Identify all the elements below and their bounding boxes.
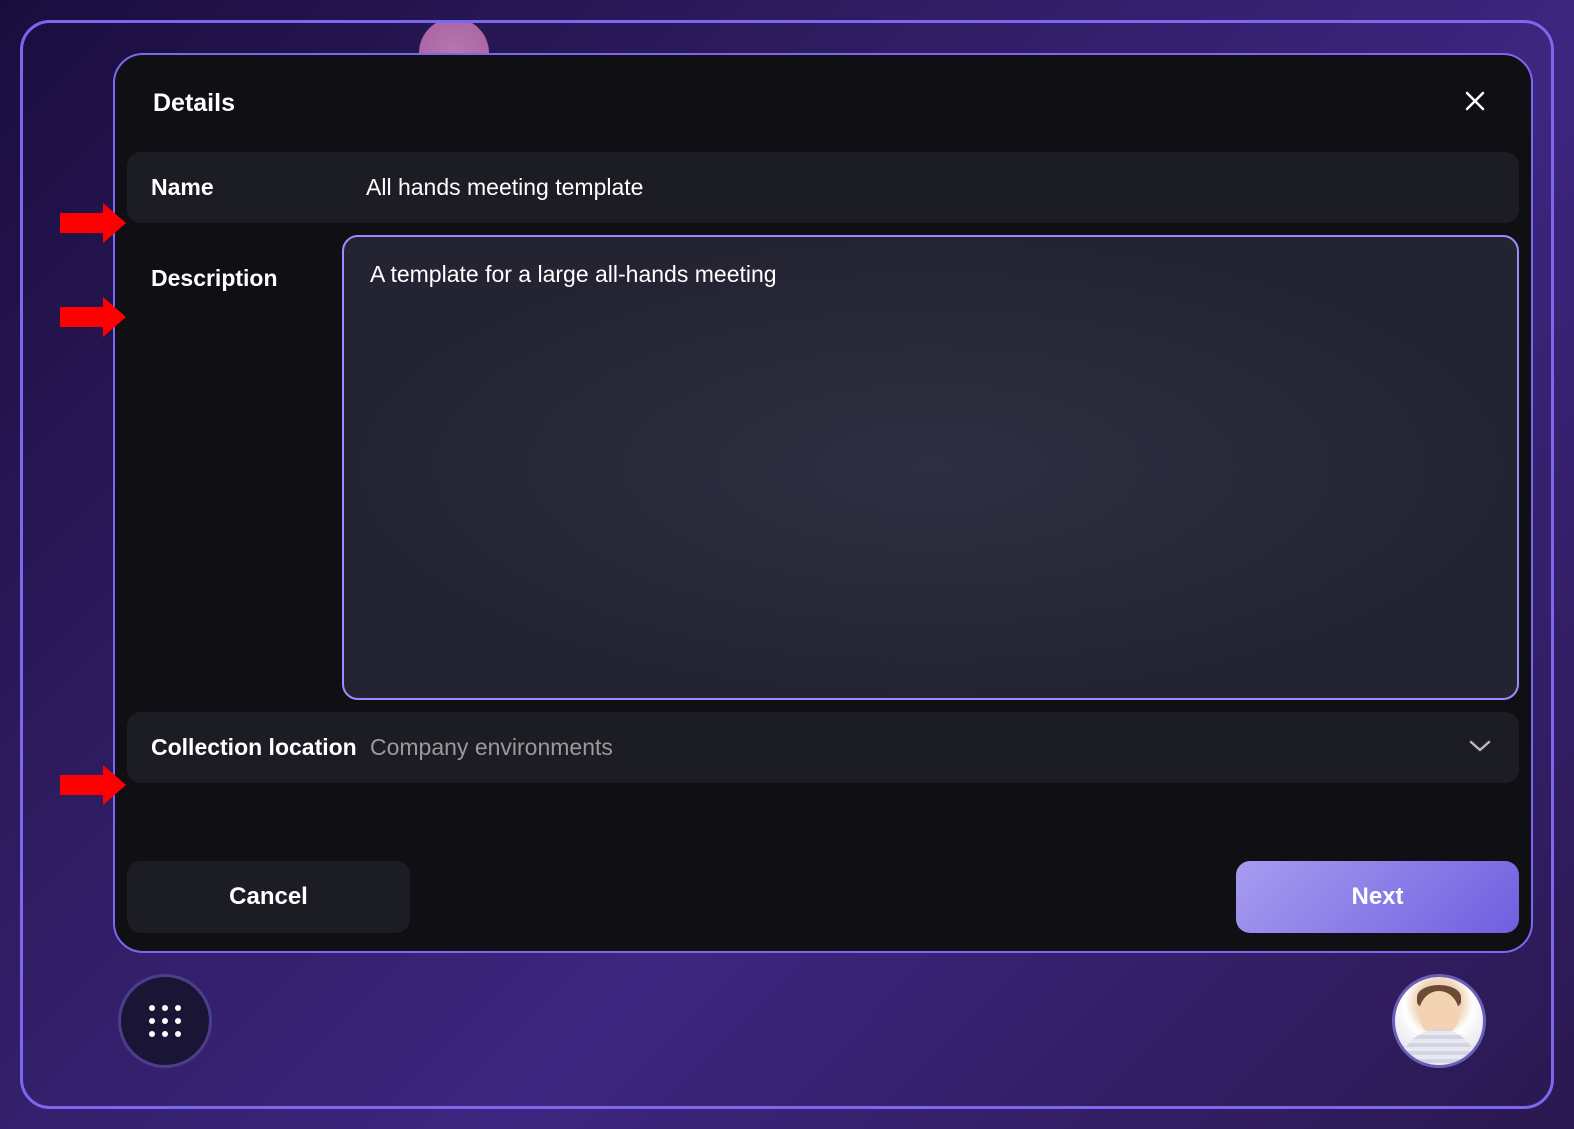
outer-frame: Details Name Description Collection: [20, 20, 1554, 1109]
description-textarea-wrap: [342, 235, 1519, 700]
avatar[interactable]: [1392, 974, 1486, 1068]
planet-decoration: [419, 20, 489, 53]
collection-select[interactable]: Company environments: [366, 726, 1495, 769]
modal-title: Details: [153, 89, 235, 118]
bottom-bar: [118, 974, 1486, 1068]
modal-body: Name Description Collection location Com…: [115, 144, 1531, 849]
apps-grid-icon: [149, 1005, 181, 1037]
description-row: Description: [127, 235, 1519, 700]
modal-footer: Cancel Next: [115, 849, 1531, 951]
description-input[interactable]: [370, 261, 1491, 674]
cancel-button[interactable]: Cancel: [127, 861, 410, 933]
details-modal: Details Name Description Collection: [113, 53, 1533, 953]
collection-value: Company environments: [370, 734, 613, 761]
collection-row: Collection location Company environments: [127, 712, 1519, 783]
name-label: Name: [151, 166, 366, 201]
close-icon[interactable]: [1457, 83, 1493, 124]
avatar-body: [1400, 1029, 1478, 1068]
next-button[interactable]: Next: [1236, 861, 1519, 933]
name-input[interactable]: [366, 166, 1495, 209]
collection-label: Collection location: [151, 726, 366, 761]
apps-menu-button[interactable]: [118, 974, 212, 1068]
description-label: Description: [127, 235, 342, 292]
modal-header: Details: [115, 55, 1531, 144]
name-row: Name: [127, 152, 1519, 223]
chevron-down-icon: [1469, 736, 1491, 759]
